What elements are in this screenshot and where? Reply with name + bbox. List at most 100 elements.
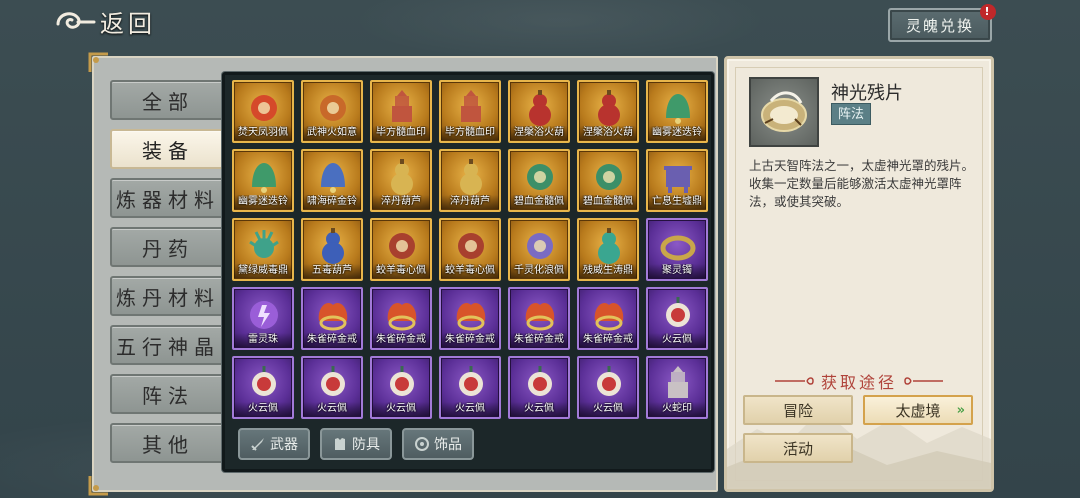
seal-icon [392,90,412,122]
back-label: 返回 [100,9,156,38]
item-slot[interactable]: 焚天凤羽佩 [232,80,294,143]
filter-armor-button[interactable]: 防具 [320,428,392,460]
tab-label: 炼丹材料 [116,285,220,310]
item-name-label: 蛟羊毒心佩 [441,264,499,278]
gourd-icon [598,228,620,264]
item-slot[interactable]: 朱雀碎金戒 [577,287,639,350]
tab-equipment[interactable]: 装备 [110,129,226,169]
item-slot[interactable]: 火云佩 [370,356,432,419]
notification-badge: ! [980,4,996,20]
tab-other[interactable]: 其他 [110,423,226,463]
phoenix-ring-icon [318,302,348,331]
item-slot[interactable]: 幽雾迷迭铃 [646,80,708,143]
item-name-label: 火云佩 [510,402,568,416]
source-taixu-realm-button[interactable]: 太虚境 » [863,395,973,425]
item-name-label: 火蛇印 [648,402,706,416]
item-slot[interactable]: 毕方髓血印 [370,80,432,143]
item-slot[interactable]: 朱雀碎金戒 [370,287,432,350]
item-name: 神光残片 [831,83,903,104]
item-slot[interactable]: 火蛇印 [646,356,708,419]
item-slot[interactable]: 聚灵镯 [646,218,708,281]
tab-label: 全部 [142,89,194,114]
item-slot[interactable]: 蛟羊毒心佩 [439,218,501,281]
item-name-label: 朱雀碎金戒 [579,333,637,347]
shard-icon [749,77,819,147]
item-slot[interactable]: 碧血金髓佩 [508,149,570,212]
item-name-label: 淬丹葫芦 [372,195,430,209]
filter-label: 饰品 [434,437,462,453]
item-name-label: 火云佩 [234,402,292,416]
item-slot[interactable]: 幽雾迷迭铃 [232,149,294,212]
item-slot[interactable]: 火云佩 [646,287,708,350]
item-slot[interactable]: 五毒葫芦 [301,218,363,281]
item-slot[interactable]: 碧血金髓佩 [577,149,639,212]
item-slot[interactable]: 残威生涛鼎 [577,218,639,281]
tab-label: 装备 [142,138,194,163]
item-slot[interactable]: 涅槃浴火葫 [577,80,639,143]
item-slot[interactable]: 千灵化浪佩 [508,218,570,281]
item-name-label: 淬丹葫芦 [441,195,499,209]
source-title-text: 获取途径 [820,373,897,392]
item-name-label: 火云佩 [441,402,499,416]
gourd-icon [322,228,344,264]
item-name-label: 幽雾迷迭铃 [648,126,706,140]
item-slot[interactable]: 火云佩 [439,356,501,419]
item-slot[interactable]: 火云佩 [577,356,639,419]
item-slot[interactable]: 朱雀碎金戒 [439,287,501,350]
knot-pendant-icon [459,366,483,396]
item-slot[interactable]: 亡息生墟鼎 [646,149,708,212]
item-slot[interactable]: 武神火如意 [301,80,363,143]
item-name-label: 涅槃浴火葫 [510,126,568,140]
filter-weapon-button[interactable]: 武器 [238,428,310,460]
exchange-label: 灵魄兑换 [905,16,974,35]
filter-ornament-button[interactable]: 饰品 [402,428,474,460]
phoenix-ring-icon [387,302,417,331]
knot-pendant-icon [252,366,276,396]
source-event-button[interactable]: 活动 [743,433,853,463]
tab-refining-materials[interactable]: 炼器材料 [110,178,226,218]
tab-label: 阵法 [142,383,194,408]
orb-pendant-icon [527,233,553,259]
item-slot[interactable]: 火云佩 [301,356,363,419]
filter-label: 防具 [352,437,380,453]
item-slot[interactable]: 蛟羊毒心佩 [370,218,432,281]
knot-pendant-icon [666,297,690,327]
item-description: 上古天智阵法之一，太虚神光罩的残片。收集一定数量后能够激活太虚神光罩阵法，或使其… [749,158,975,209]
item-slot[interactable]: 黛绿威毒鼎 [232,218,294,281]
seal-icon [461,90,481,122]
back-button[interactable]: 返回 [52,4,180,38]
item-slot[interactable]: 火云佩 [508,356,570,419]
phoenix-ring-icon [525,302,555,331]
item-slot[interactable]: 朱雀碎金戒 [508,287,570,350]
source-label: 太虚境 [895,401,941,420]
tab-five-elements-crystals[interactable]: 五行神晶 [110,325,226,365]
source-adventure-button[interactable]: 冒险 [743,395,853,425]
item-slot[interactable]: 淬丹葫芦 [370,149,432,212]
sword-icon [251,438,264,451]
item-name-label: 火云佩 [579,402,637,416]
tab-alchemy-materials[interactable]: 炼丹材料 [110,276,226,316]
item-name-label: 聚灵镯 [648,264,706,278]
tab-all[interactable]: 全部 [110,80,226,120]
tab-pills[interactable]: 丹药 [110,227,226,267]
exchange-button[interactable]: 灵魄兑换 ! [888,4,996,42]
item-slot[interactable]: 淬丹葫芦 [439,149,501,212]
gourd-icon [391,159,413,195]
spiky-orb-icon [249,230,279,258]
tab-label: 五行神晶 [116,334,220,359]
tab-label: 炼器材料 [116,187,220,212]
thunder-orb-icon [250,301,278,329]
item-slot[interactable]: 雷灵珠 [232,287,294,350]
item-slot[interactable]: 啸海碎金铃 [301,149,363,212]
tab-formations[interactable]: 阵法 [110,374,226,414]
item-slot[interactable]: 朱雀碎金戒 [301,287,363,350]
tab-label: 其他 [142,432,194,457]
item-slot[interactable]: 火云佩 [232,356,294,419]
item-slot[interactable]: 毕方髓血印 [439,80,501,143]
gourd-icon [598,90,620,126]
phoenix-ring-icon [594,302,624,331]
bell-icon [252,163,276,193]
item-name-label: 朱雀碎金戒 [303,333,361,347]
knot-pendant-icon [528,366,552,396]
item-slot[interactable]: 涅槃浴火葫 [508,80,570,143]
